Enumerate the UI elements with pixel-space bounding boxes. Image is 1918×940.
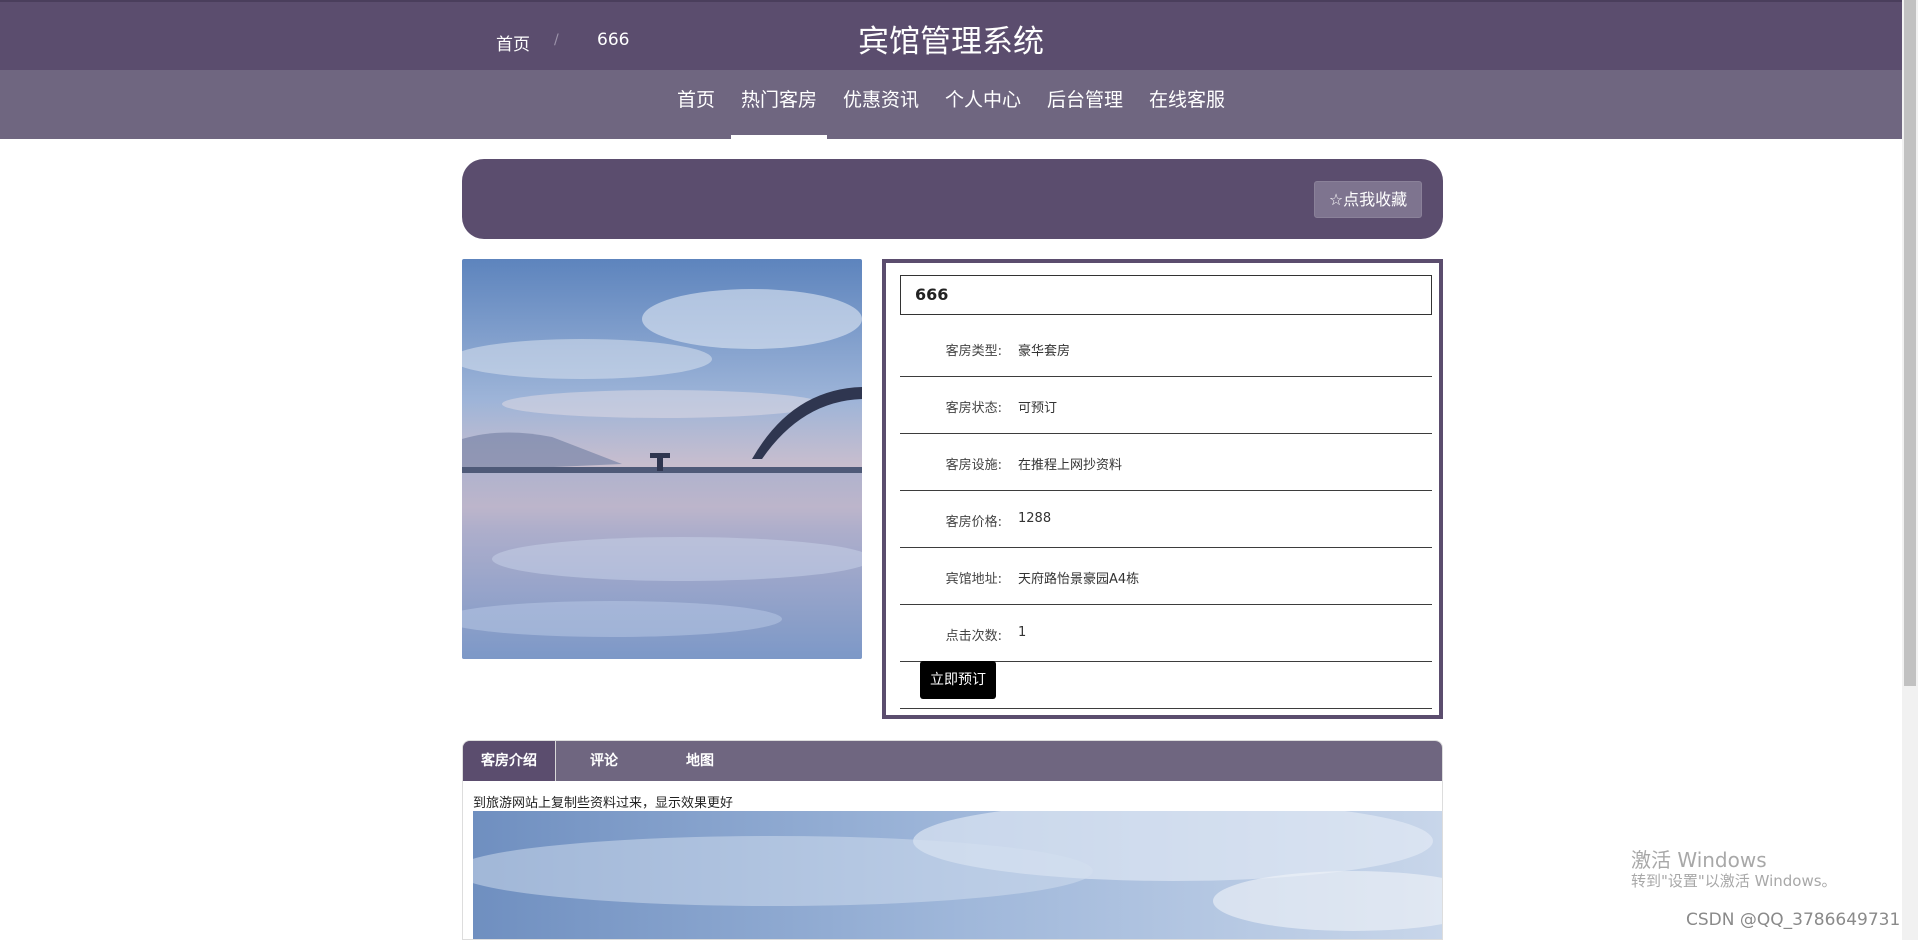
detail-value: 天府路怡景豪园A4栋 bbox=[1018, 572, 1140, 587]
detail-row-type: 客房类型: 豪华套房 bbox=[900, 320, 1432, 377]
nav-item-admin[interactable]: 后台管理 bbox=[1037, 70, 1133, 139]
detail-value: 1288 bbox=[1018, 511, 1052, 526]
room-intro-text: 到旅游网站上复制些资料过来，显示效果更好 bbox=[473, 796, 734, 811]
nav-item-support[interactable]: 在线客服 bbox=[1139, 70, 1235, 139]
windows-activation-subtitle: 转到"设置"以激活 Windows。 bbox=[1631, 872, 1837, 890]
breadcrumb-current: 666 bbox=[597, 30, 630, 50]
tab-comments[interactable]: 评论 bbox=[556, 741, 652, 781]
divider bbox=[900, 708, 1432, 709]
tab-bar: 客房介绍 评论 地图 bbox=[463, 741, 1442, 781]
detail-label: 客房状态: bbox=[945, 401, 1002, 416]
room-intro-image bbox=[473, 811, 1442, 939]
nav-item-promotions[interactable]: 优惠资讯 bbox=[833, 70, 929, 139]
site-title: 宾馆管理系统 bbox=[858, 24, 1044, 60]
csdn-watermark: CSDN @QQ_3786649731 bbox=[1686, 910, 1901, 930]
main-nav: 首页 热门客房 优惠资讯 个人中心 后台管理 在线客服 bbox=[0, 70, 1902, 139]
room-details-panel: 666 客房类型: 豪华套房 客房状态: 可预订 客房设施: 在推程上网抄资料 … bbox=[882, 259, 1443, 719]
detail-value: 在推程上网抄资料 bbox=[1018, 458, 1123, 473]
nav-item-profile[interactable]: 个人中心 bbox=[935, 70, 1031, 139]
room-intro-image-graphic bbox=[473, 811, 1442, 939]
nav-item-hot-rooms[interactable]: 热门客房 bbox=[730, 70, 827, 139]
breadcrumb-separator: / bbox=[554, 32, 559, 48]
breadcrumb-home-link[interactable]: 首页 bbox=[496, 30, 530, 55]
windows-activation-title: 激活 Windows bbox=[1631, 848, 1767, 872]
detail-label: 客房价格: bbox=[945, 515, 1002, 530]
detail-value: 可预订 bbox=[1018, 401, 1058, 416]
detail-value: 豪华套房 bbox=[1018, 344, 1071, 359]
room-photo-image bbox=[462, 259, 862, 659]
star-outline-icon: ☆ bbox=[1328, 190, 1344, 209]
detail-row-price: 客房价格: 1288 bbox=[900, 491, 1432, 548]
favorite-button-label: 点我收藏 bbox=[1343, 190, 1408, 209]
breadcrumb bbox=[462, 159, 1443, 239]
room-photo bbox=[462, 259, 862, 659]
page-scrollbar[interactable] bbox=[1902, 0, 1918, 940]
favorite-button[interactable]: ☆点我收藏 bbox=[1314, 181, 1422, 218]
tab-room-intro[interactable]: 客房介绍 bbox=[463, 741, 556, 781]
detail-row-facilities: 客房设施: 在推程上网抄资料 bbox=[900, 434, 1432, 491]
detail-value: 1 bbox=[1018, 625, 1027, 640]
detail-label: 宾馆地址: bbox=[945, 572, 1002, 587]
room-name: 666 bbox=[900, 275, 1432, 315]
book-now-button[interactable]: 立即预订 bbox=[920, 661, 996, 699]
detail-label: 点击次数: bbox=[945, 629, 1002, 644]
nav-item-home[interactable]: 首页 bbox=[667, 70, 725, 139]
detail-label: 客房设施: bbox=[945, 458, 1002, 473]
tab-map[interactable]: 地图 bbox=[652, 741, 748, 781]
detail-row-clicks: 点击次数: 1 bbox=[900, 605, 1432, 662]
detail-label: 客房类型: bbox=[945, 344, 1002, 359]
room-tabs: 客房介绍 评论 地图 到旅游网站上复制些资料过来，显示效果更好 bbox=[462, 740, 1443, 940]
site-header: 宾馆管理系统 bbox=[0, 0, 1902, 70]
detail-row-address: 宾馆地址: 天府路怡景豪园A4栋 bbox=[900, 548, 1432, 605]
scrollbar-thumb[interactable] bbox=[1904, 0, 1916, 686]
detail-row-status: 客房状态: 可预订 bbox=[900, 377, 1432, 434]
